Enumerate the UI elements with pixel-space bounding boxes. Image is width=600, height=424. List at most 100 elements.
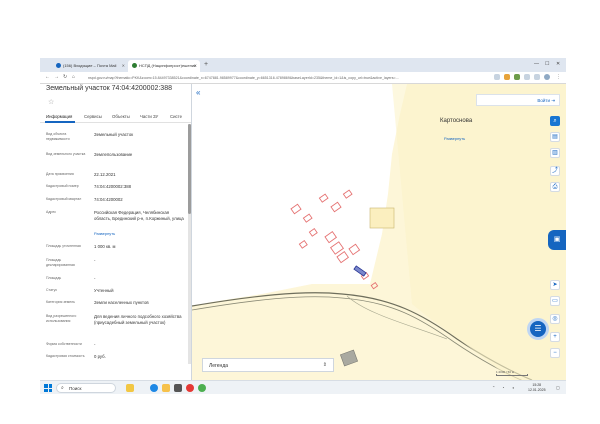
login-button[interactable]: Войти ⇥ (476, 94, 560, 106)
browser-menu-icon[interactable]: ⋮ (556, 74, 561, 80)
info-tabs: Информация Сервисы Объекты Части ЗУ Сист… (40, 112, 191, 123)
tab-label: (156) Входящие – Почта Mail (63, 63, 117, 68)
legend-label: Легенда (209, 363, 229, 369)
chrome-browser-icon[interactable] (198, 384, 206, 392)
field-label: Площадь декларированная (46, 258, 75, 267)
new-tab-icon[interactable]: + (204, 61, 208, 68)
minimize-icon[interactable]: — (534, 61, 539, 67)
map-scale-bar (496, 374, 528, 376)
building-footprint (339, 349, 359, 367)
close-tab-icon[interactable]: ✕ (122, 63, 125, 68)
field-value: Земли населенных пунктов (94, 300, 149, 305)
field-value: Земельный участок (94, 132, 134, 137)
zoom-in-icon[interactable]: + (550, 332, 560, 342)
extension-icon[interactable] (514, 74, 520, 80)
reload-icon[interactable]: ↻ (63, 74, 67, 80)
tab-label: НСПД (Нацинфопрост)ешение (139, 63, 197, 68)
place-name: Картоснова (440, 118, 473, 124)
zoom-out-icon[interactable]: − (550, 348, 560, 358)
url-field[interactable]: nspd.gov.ru/map?thematic=PKK&zoom=15.844… (88, 74, 488, 82)
yandex-browser-icon[interactable] (186, 384, 194, 392)
field-label: Вид разрешенного использования (46, 314, 77, 323)
locate-icon[interactable]: ➤ (550, 280, 560, 290)
close-tab-icon[interactable]: ✕ (194, 63, 197, 68)
field-value: - (94, 276, 96, 281)
tab-objects[interactable]: Объекты (112, 114, 130, 119)
field-label: Кадастровый квартал (46, 197, 82, 201)
bookmark-icon[interactable] (494, 74, 500, 80)
map-canvas[interactable] (192, 84, 566, 380)
volume-icon[interactable]: ◖ (512, 385, 514, 390)
browser-tab-nspd[interactable]: НСПД (Нацинфопрост)ешение ✕ (128, 60, 200, 72)
taskbar-clock[interactable]: 15:28 12.01.2025 (528, 383, 546, 392)
panel-scrollbar-thumb[interactable] (188, 124, 191, 214)
search-label: Поиск (69, 386, 82, 391)
field-label: Категория земель (46, 300, 75, 304)
extension-icon[interactable] (504, 74, 510, 80)
tab-information[interactable]: Информация (46, 114, 72, 119)
widgets-icon[interactable] (126, 384, 134, 392)
field-value[interactable]: 74:04:4200002:388 (94, 184, 186, 190)
collapse-panel-icon[interactable]: « (196, 88, 200, 97)
place-expand-link[interactable]: Развернуть (444, 136, 465, 141)
field-label: Площадь уточненная (46, 244, 81, 248)
field-label: Вид земельного участка (46, 152, 86, 156)
back-icon[interactable]: ← (45, 74, 50, 80)
tab-services[interactable]: Сервисы (84, 114, 102, 119)
field-label: Кадастровая стоимость (46, 354, 85, 358)
tab-systems[interactable]: Систе (170, 114, 182, 119)
field-value: Для ведения личного подсобного хозяйства… (94, 314, 182, 325)
field-value: - (94, 342, 96, 347)
map-layer (192, 84, 566, 380)
downloads-icon[interactable] (534, 74, 540, 80)
field-label: Дата присвоения (46, 172, 74, 176)
draw-icon[interactable]: ▭ (550, 296, 560, 306)
extensions-menu-icon[interactable] (524, 74, 530, 80)
close-window-icon[interactable]: ✕ (556, 61, 560, 67)
browser-tab-strip: (156) Входящие – Почта Mail ✕ НСПД (Наци… (40, 58, 566, 72)
layers-icon[interactable]: ▤ (550, 132, 560, 142)
windows-taskbar: ⌕ Поиск ⌃ ◔ ◖ 15:28 12.01.2025 ▢ (40, 380, 566, 394)
parcel (370, 282, 379, 290)
clock-date: 12.01.2025 (528, 387, 546, 392)
field-value: 0 руб. (94, 354, 106, 359)
field-label: Форма собственности (46, 342, 82, 346)
geolocation-icon[interactable]: ◎ (550, 314, 560, 324)
tray-overflow-icon[interactable]: ⌃ (492, 385, 495, 390)
land-plot (369, 207, 395, 229)
search-icon[interactable]: ⌕ (550, 116, 560, 126)
field-value: - (94, 258, 96, 263)
field-value: Российская Федерация, Челябинская област… (94, 210, 184, 221)
maximize-icon[interactable]: ☐ (545, 61, 549, 67)
object-info-panel: Земельный участок 74:04:4200002:388 ☆ Ин… (40, 84, 192, 380)
chat-assistant-button[interactable]: ☰ (527, 318, 549, 340)
home-icon[interactable]: ⌂ (72, 74, 75, 80)
print-icon[interactable]: ⎙ (550, 182, 560, 192)
object-title: Земельный участок 74:04:4200002:388 (46, 85, 172, 92)
field-value[interactable]: 74:04:4200002 (94, 197, 186, 203)
start-button-icon[interactable] (44, 384, 52, 392)
tab-parts[interactable]: Части ЗУ (140, 114, 158, 119)
edge-browser-icon[interactable] (150, 384, 158, 392)
taskbar-search[interactable]: ⌕ Поиск (56, 383, 116, 393)
task-view-icon[interactable] (174, 384, 182, 392)
forward-icon[interactable]: → (54, 74, 59, 80)
services-side-tab-icon[interactable]: ▣ (548, 230, 566, 250)
share-icon[interactable]: ⤴ (550, 166, 560, 176)
network-icon[interactable]: ◔ (502, 385, 504, 390)
favorite-star-icon[interactable]: ☆ (48, 98, 54, 106)
profile-avatar[interactable] (544, 74, 550, 80)
expand-address-link[interactable]: Развернуть (94, 231, 115, 236)
notifications-icon[interactable]: ▢ (556, 385, 560, 390)
field-value: Землепользование (94, 152, 133, 157)
active-tab-indicator (45, 121, 75, 123)
mail-favicon-icon (56, 63, 61, 68)
file-explorer-icon[interactable] (162, 384, 170, 392)
legend-dropdown[interactable]: Легенда ⇕ (202, 358, 334, 372)
field-value: Учтенный (94, 288, 114, 293)
browser-tab-mail[interactable]: (156) Входящие – Почта Mail ✕ (52, 60, 128, 72)
screen: (156) Входящие – Почта Mail ✕ НСПД (Наци… (40, 58, 566, 394)
measure-icon[interactable]: ▥ (550, 148, 560, 158)
field-label: Кадастровый номер (46, 184, 79, 188)
unzoned-area (192, 84, 407, 306)
